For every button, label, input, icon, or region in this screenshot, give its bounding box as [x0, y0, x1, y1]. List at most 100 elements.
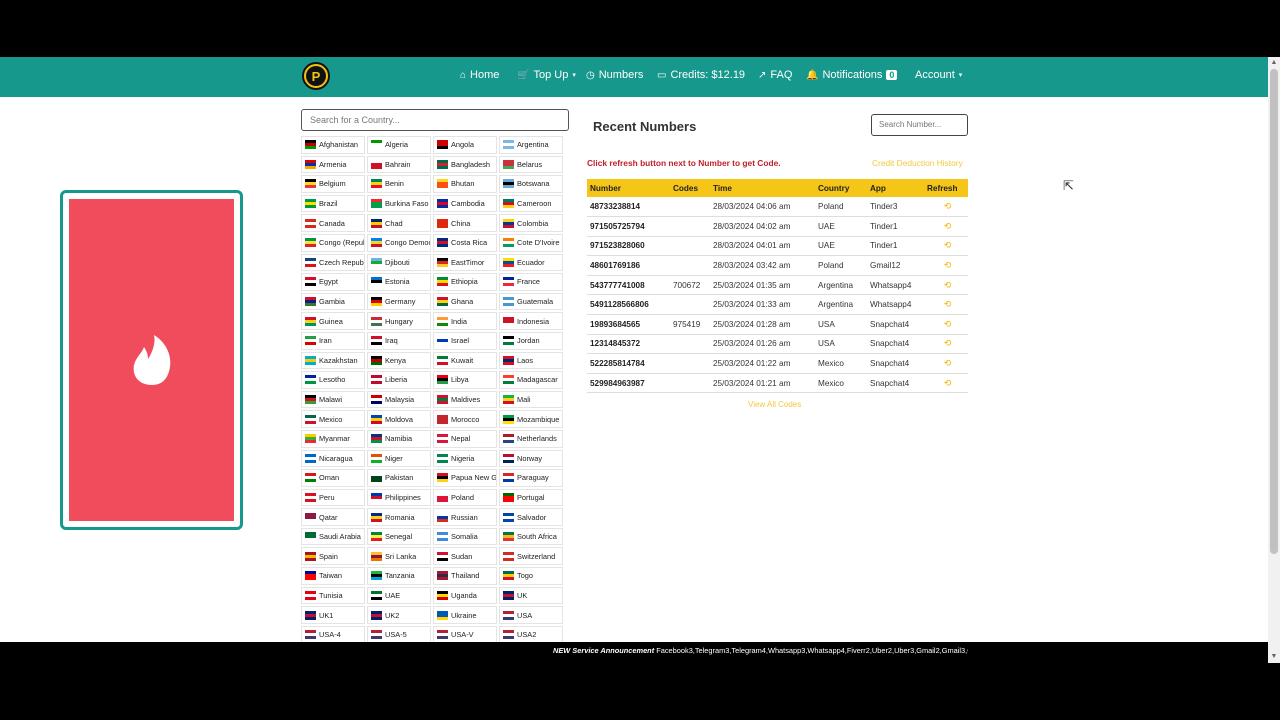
country-button[interactable]: Poland	[433, 488, 497, 507]
country-button[interactable]: USA-4	[301, 625, 365, 642]
country-button[interactable]: Cameroon	[499, 194, 563, 213]
country-button[interactable]: Somalia	[433, 527, 497, 546]
country-button[interactable]: Costa Rica	[433, 233, 497, 252]
country-button[interactable]: USA-V	[433, 625, 497, 642]
country-button[interactable]: Angola	[433, 136, 497, 154]
country-button[interactable]: Estonia	[367, 273, 431, 291]
country-button[interactable]: Namibia	[367, 429, 431, 448]
country-button[interactable]: Mexico	[301, 410, 365, 428]
country-button[interactable]: Bahrain	[367, 155, 431, 174]
country-button[interactable]: Saudi Arabia	[301, 527, 365, 546]
country-button[interactable]: Myanmar	[301, 429, 365, 448]
refresh-icon[interactable]: ⟲	[924, 255, 968, 276]
country-button[interactable]: Algeria	[367, 136, 431, 154]
refresh-icon[interactable]: ⟲	[924, 294, 968, 316]
page-scrollbar[interactable]: ▲ ▼	[1268, 57, 1280, 663]
country-button[interactable]: Nepal	[433, 429, 497, 448]
country-button[interactable]: Djibouti	[367, 253, 431, 272]
country-button[interactable]: Portugal	[499, 488, 563, 507]
country-button[interactable]: Malawi	[301, 390, 365, 409]
country-button[interactable]: Armenia	[301, 155, 365, 174]
nav-credits[interactable]: ▭ Credits: $12.19	[657, 69, 745, 81]
credit-deduction-history-link[interactable]: Credit Deduction History	[872, 158, 963, 168]
country-button[interactable]: Libya	[433, 371, 497, 389]
country-button[interactable]: Brazil	[301, 194, 365, 213]
country-button[interactable]: Guinea	[301, 312, 365, 330]
country-button[interactable]: Gambia	[301, 292, 365, 311]
country-button[interactable]: Colombia	[499, 214, 563, 232]
country-button[interactable]: Cote D'Ivoire	[499, 233, 563, 252]
country-button[interactable]: Qatar	[301, 508, 365, 526]
country-button[interactable]: Cambodia	[433, 194, 497, 213]
country-button[interactable]: Egypt	[301, 273, 365, 291]
country-button[interactable]: Malaysia	[367, 390, 431, 409]
country-button[interactable]: Mozambique	[499, 410, 563, 428]
country-button[interactable]: Czech Republic	[301, 253, 365, 272]
country-button[interactable]: EastTimor	[433, 253, 497, 272]
country-button[interactable]: Jordan	[499, 331, 563, 350]
country-button[interactable]: Lesotho	[301, 371, 365, 389]
refresh-icon[interactable]: ⟲	[924, 334, 968, 355]
country-button[interactable]: Ukraine	[433, 606, 497, 624]
refresh-icon[interactable]: ⟲	[924, 353, 968, 374]
nav-faq[interactable]: ↗ FAQ	[758, 69, 792, 81]
country-button[interactable]: Tanzania	[367, 567, 431, 585]
country-button[interactable]: Indonesia	[499, 312, 563, 330]
country-button[interactable]: Kazakhstan	[301, 351, 365, 370]
nav-numbers[interactable]: ◷ Numbers	[586, 69, 643, 81]
site-logo[interactable]: P	[302, 62, 330, 90]
country-button[interactable]: Argentina	[499, 136, 563, 154]
country-button[interactable]: South Africa	[499, 527, 563, 546]
country-button[interactable]: Canada	[301, 214, 365, 232]
country-button[interactable]: Taiwan	[301, 567, 365, 585]
country-button[interactable]: Thailand	[433, 567, 497, 585]
country-button[interactable]: Sri Lanka	[367, 547, 431, 566]
country-button[interactable]: USA	[499, 606, 563, 624]
country-button[interactable]: Oman	[301, 469, 365, 487]
country-button[interactable]: Morocco	[433, 410, 497, 428]
country-button[interactable]: Nigeria	[433, 449, 497, 468]
refresh-icon[interactable]: ⟲	[924, 236, 968, 257]
country-button[interactable]: USA-5	[367, 625, 431, 642]
country-button[interactable]: Switzerland	[499, 547, 563, 566]
country-button[interactable]: Philippines	[367, 488, 431, 507]
nav-account[interactable]: Account ▾	[915, 69, 962, 81]
country-button[interactable]: Ghana	[433, 292, 497, 311]
country-button[interactable]: Liberia	[367, 371, 431, 389]
country-button[interactable]: Paraguay	[499, 469, 563, 487]
country-button[interactable]: Burkina Faso	[367, 194, 431, 213]
nav-top-up[interactable]: 🛒 Top Up ▾	[517, 69, 576, 81]
country-button[interactable]: Maldives	[433, 390, 497, 409]
country-button[interactable]: Peru	[301, 488, 365, 507]
country-button[interactable]: Ecuador	[499, 253, 563, 272]
country-button[interactable]: Netherlands	[499, 429, 563, 448]
country-button[interactable]: India	[433, 312, 497, 330]
country-button[interactable]: Guatemala	[499, 292, 563, 311]
country-button[interactable]: Congo Democratic	[367, 233, 431, 252]
country-button[interactable]: Tunisia	[301, 586, 365, 605]
country-button[interactable]: Russian	[433, 508, 497, 526]
country-button[interactable]: Benin	[367, 175, 431, 193]
country-button[interactable]: Iraq	[367, 331, 431, 350]
refresh-icon[interactable]: ⟲	[924, 314, 968, 335]
country-button[interactable]: Kuwait	[433, 351, 497, 370]
refresh-icon[interactable]: ⟲	[924, 216, 968, 237]
country-button[interactable]: Senegal	[367, 527, 431, 546]
country-button[interactable]: Romania	[367, 508, 431, 526]
country-button[interactable]: Mali	[499, 390, 563, 409]
country-button[interactable]: Bhutan	[433, 175, 497, 193]
country-button[interactable]: Chad	[367, 214, 431, 232]
country-button[interactable]: Pakistan	[367, 469, 431, 487]
country-button[interactable]: Kenya	[367, 351, 431, 370]
country-button[interactable]: Afghanistan	[301, 136, 365, 154]
country-button[interactable]: Togo	[499, 567, 563, 585]
country-button[interactable]: Moldova	[367, 410, 431, 428]
country-button[interactable]: Hungary	[367, 312, 431, 330]
country-button[interactable]: Norway	[499, 449, 563, 468]
country-button[interactable]: Papua New Guinea	[433, 469, 497, 487]
view-all-codes-link[interactable]: View All Codes	[748, 400, 801, 409]
country-button[interactable]: USA2	[499, 625, 563, 642]
country-button[interactable]: Nicaragua	[301, 449, 365, 468]
country-button[interactable]: UK2	[367, 606, 431, 624]
country-button[interactable]: Uganda	[433, 586, 497, 605]
